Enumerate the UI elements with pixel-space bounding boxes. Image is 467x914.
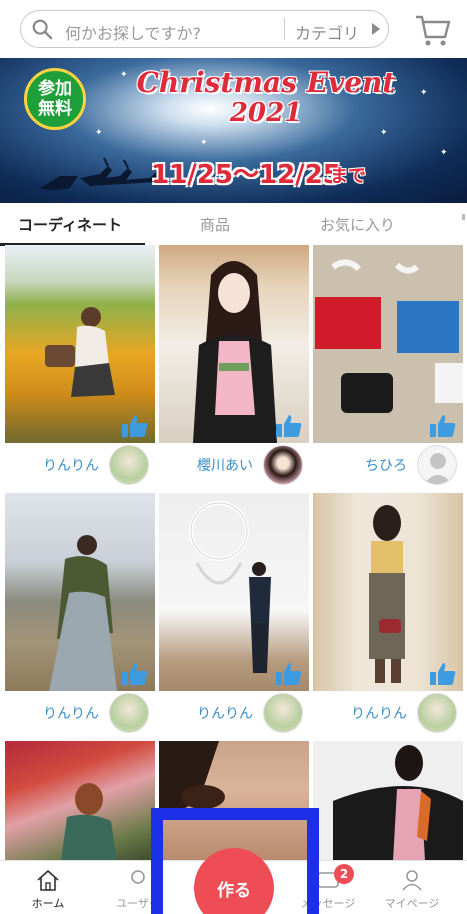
thumbs-up-icon[interactable] bbox=[429, 413, 457, 439]
post-photo[interactable] bbox=[159, 741, 309, 861]
thumbs-up-icon[interactable] bbox=[275, 661, 303, 687]
person-silhouette-icon bbox=[61, 783, 117, 861]
post-username[interactable]: ちひろ bbox=[365, 455, 407, 475]
thumbs-up-icon[interactable] bbox=[121, 413, 149, 439]
nav-home-label: ホーム bbox=[31, 897, 65, 910]
post-photo[interactable] bbox=[313, 493, 463, 691]
star-icon: ✦ bbox=[440, 148, 448, 158]
post-username[interactable]: りんりん bbox=[43, 455, 99, 475]
star-icon: ✦ bbox=[95, 128, 103, 138]
post-photo[interactable] bbox=[159, 245, 309, 443]
users-icon bbox=[131, 870, 145, 884]
category-selector[interactable]: カテゴリ bbox=[295, 20, 359, 44]
post-photo[interactable] bbox=[159, 493, 309, 691]
tab-favorites[interactable]: お気に入り bbox=[320, 214, 395, 235]
nav-home[interactable]: ホーム bbox=[8, 861, 88, 914]
post-photo[interactable] bbox=[313, 245, 463, 443]
nav-mypage[interactable]: マイページ bbox=[372, 861, 452, 914]
tab-products[interactable]: 商品 bbox=[200, 214, 230, 235]
event-banner[interactable]: ✦ ✦ ✦ ✦ ✦ ✦ 参加 無料 Christmas Event 2021 1… bbox=[0, 58, 467, 203]
face-closeup-icon bbox=[159, 741, 225, 821]
search-icon bbox=[32, 19, 53, 40]
user-avatar[interactable] bbox=[263, 445, 303, 485]
badge-line2: 無料 bbox=[38, 99, 72, 119]
star-icon: ✦ bbox=[380, 128, 388, 138]
app-header: 何かお探しですか? カテゴリ bbox=[0, 0, 467, 58]
nav-users-label: ユーザー bbox=[116, 897, 160, 910]
user-avatar[interactable] bbox=[417, 693, 457, 733]
post-photo[interactable] bbox=[313, 741, 463, 861]
content-tabs: コーディネート 商品 お気に入り bbox=[0, 203, 467, 246]
scroll-indicator bbox=[462, 214, 465, 220]
post-username[interactable]: りんりん bbox=[351, 703, 407, 723]
notification-badge: 2 bbox=[334, 864, 354, 884]
cart-icon[interactable] bbox=[415, 13, 451, 47]
tab-coordinate[interactable]: コーディネート bbox=[18, 214, 122, 235]
triangle-right-icon bbox=[372, 23, 380, 35]
star-icon: ✦ bbox=[200, 138, 208, 148]
post-username[interactable]: りんりん bbox=[197, 703, 253, 723]
banner-title: Christmas Event bbox=[136, 66, 396, 99]
nav-mypage-label: マイページ bbox=[384, 897, 440, 910]
user-icon bbox=[424, 453, 452, 484]
post-photo[interactable] bbox=[5, 493, 155, 691]
person-silhouette-icon bbox=[333, 745, 463, 861]
banner-year: 2021 bbox=[229, 98, 303, 128]
post-photo[interactable] bbox=[5, 741, 155, 861]
search-input[interactable]: 何かお探しですか? bbox=[65, 20, 201, 44]
nav-messages[interactable]: メッセージ bbox=[288, 861, 368, 914]
search-divider bbox=[284, 18, 285, 40]
default-user-avatar[interactable] bbox=[417, 445, 457, 485]
banner-suffix: まで bbox=[330, 166, 366, 187]
user-avatar[interactable] bbox=[109, 693, 149, 733]
post-username[interactable]: りんりん bbox=[43, 703, 99, 723]
user-avatar[interactable] bbox=[263, 693, 303, 733]
user-avatar[interactable] bbox=[109, 445, 149, 485]
nav-messages-label: メッセージ bbox=[300, 897, 356, 910]
search-bar[interactable]: 何かお探しですか? カテゴリ bbox=[20, 10, 389, 48]
badge-line1: 参加 bbox=[38, 79, 72, 99]
thumbs-up-icon[interactable] bbox=[275, 413, 303, 439]
nav-users[interactable]: ユーザー bbox=[98, 861, 178, 914]
thumbs-up-icon[interactable] bbox=[429, 661, 457, 687]
free-entry-badge: 参加 無料 bbox=[24, 68, 86, 130]
person-icon bbox=[402, 870, 422, 891]
thumbs-up-icon[interactable] bbox=[121, 661, 149, 687]
post-photo[interactable] bbox=[5, 245, 155, 443]
post-username[interactable]: 櫻川あい bbox=[197, 455, 253, 475]
home-icon bbox=[37, 869, 59, 891]
